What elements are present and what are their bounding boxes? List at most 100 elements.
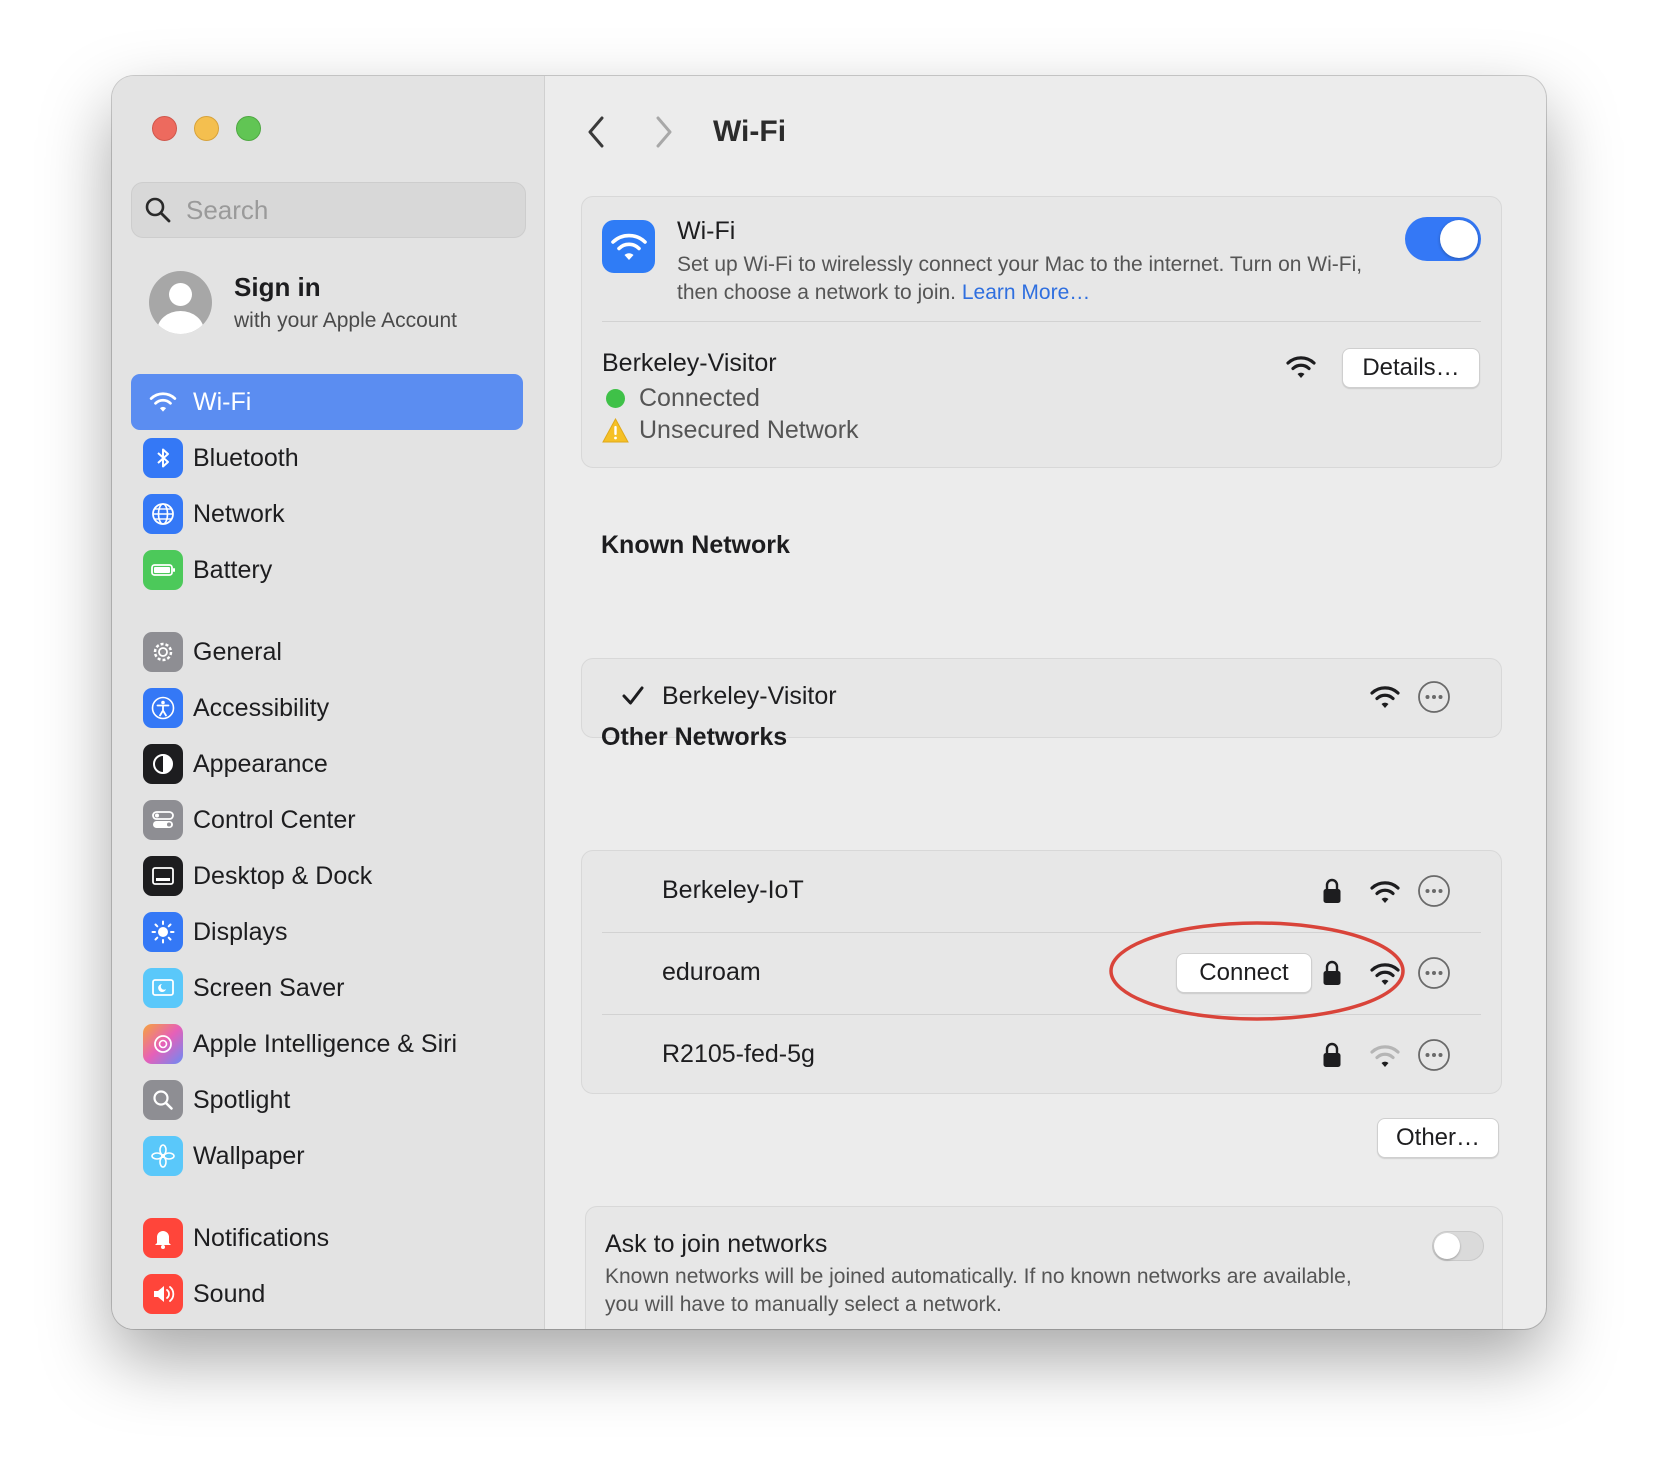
sidebar-item-label: Bluetooth	[193, 443, 299, 472]
ask-to-join-title: Ask to join networks	[605, 1230, 828, 1258]
network-name: R2105-fed-5g	[662, 1040, 815, 1068]
security-warning-text: Unsecured Network	[639, 416, 859, 444]
wifi-icon	[602, 220, 655, 273]
sidebar-item-label: Displays	[193, 917, 288, 946]
sidebar-item-wallpaper[interactable]: Wallpaper	[131, 1128, 523, 1184]
sidebar-item-label: Desktop & Dock	[193, 861, 373, 890]
status-dot	[606, 389, 625, 408]
page-title: Wi-Fi	[713, 115, 787, 148]
account-title: Sign in	[234, 272, 321, 302]
wifi-signal-icon	[1286, 356, 1316, 378]
bluetooth-icon	[143, 438, 183, 478]
dock-icon	[143, 856, 183, 896]
gear-icon	[143, 632, 183, 672]
security-warning: Unsecured Network	[602, 416, 859, 445]
divider	[602, 321, 1481, 322]
sidebar-item-sound[interactable]: Sound	[131, 1266, 523, 1322]
list-item[interactable]: R2105-fed-5g	[582, 1015, 1501, 1097]
wifi-icon	[143, 382, 183, 422]
warning-icon	[602, 418, 629, 443]
close-window-button[interactable]	[152, 116, 177, 141]
wifi-signal-icon	[1370, 686, 1400, 708]
learn-more-link[interactable]: Learn More…	[962, 281, 1090, 304]
wifi-toggle[interactable]	[1405, 217, 1481, 261]
sidebar-item-label: Screen Saver	[193, 973, 345, 1002]
sidebar-item-bluetooth[interactable]: Bluetooth	[131, 430, 523, 486]
details-button[interactable]: Details…	[1342, 348, 1480, 388]
sidebar-item-desktop-dock[interactable]: Desktop & Dock	[131, 848, 523, 904]
network-name: Berkeley-Visitor	[662, 682, 837, 710]
sidebar-item-displays[interactable]: Displays	[131, 904, 523, 960]
sidebar-item-label: Accessibility	[193, 693, 330, 722]
sidebar-item-label: Spotlight	[193, 1085, 291, 1114]
main-content: Wi-Fi Wi-Fi Set up Wi-Fi to wirelessly c…	[545, 76, 1546, 1329]
ask-to-join-description: Known networks will be joined automatica…	[605, 1265, 1352, 1316]
sidebar-item-label: Network	[193, 499, 285, 528]
control-center-icon	[143, 800, 183, 840]
back-button[interactable]	[581, 112, 611, 152]
sidebar-item-accessibility[interactable]: Accessibility	[131, 680, 523, 736]
sidebar-item-wifi[interactable]: Wi-Fi	[131, 374, 523, 430]
sidebar-item-label: Control Center	[193, 805, 356, 834]
sidebar-item-screen-saver[interactable]: Screen Saver	[131, 960, 523, 1016]
screen-saver-icon	[143, 968, 183, 1008]
connection-status: Connected	[602, 384, 760, 413]
other-networks-heading: Other Networks	[601, 723, 788, 751]
bell-icon	[143, 1218, 183, 1258]
sidebar-item-label: Wallpaper	[193, 1141, 305, 1170]
sidebar-item-label: Battery	[193, 555, 273, 584]
lock-icon	[1323, 878, 1341, 903]
accessibility-icon	[143, 688, 183, 728]
sidebar-item-appearance[interactable]: Appearance	[131, 736, 523, 792]
search-input[interactable]	[186, 194, 506, 226]
sidebar-item-apple-intelligence-siri[interactable]: Apple Intelligence & Siri	[131, 1016, 523, 1072]
avatar	[149, 271, 212, 334]
more-options-icon[interactable]	[1417, 874, 1451, 908]
wifi-signal-icon	[1370, 881, 1400, 903]
sidebar-item-network[interactable]: Network	[131, 486, 523, 542]
network-name: Berkeley-IoT	[662, 876, 804, 904]
connection-status-text: Connected	[639, 384, 760, 412]
appearance-icon	[143, 744, 183, 784]
wifi-status-card: Wi-Fi Set up Wi-Fi to wirelessly connect…	[581, 196, 1502, 468]
search-icon	[145, 197, 171, 223]
wifi-weak-signal-icon	[1370, 1045, 1400, 1067]
search-field[interactable]	[131, 182, 526, 238]
checkmark-icon	[622, 686, 644, 705]
minimize-window-button[interactable]	[194, 116, 219, 141]
account-subtitle: with your Apple Account	[234, 309, 457, 332]
ask-to-join-card: Ask to join networks Known networks will…	[585, 1206, 1503, 1329]
more-options-icon[interactable]	[1417, 680, 1451, 714]
more-options-icon[interactable]	[1417, 1038, 1451, 1072]
other-network-button[interactable]: Other…	[1377, 1118, 1499, 1158]
globe-icon	[143, 494, 183, 534]
sidebar-item-label: Appearance	[193, 749, 328, 778]
window-controls	[152, 116, 261, 141]
sidebar-item-label: Notifications	[193, 1223, 330, 1252]
sidebar-item-label: Apple Intelligence & Siri	[193, 1029, 458, 1058]
sidebar-item-battery[interactable]: Battery	[131, 542, 523, 598]
network-name: eduroam	[662, 958, 761, 986]
battery-icon	[143, 550, 183, 590]
other-networks-list: Berkeley-IoT eduroam Connect R2105-fed-5…	[581, 850, 1502, 1094]
sidebar-item-general[interactable]: General	[131, 624, 523, 680]
sidebar-item-label: Wi-Fi	[193, 387, 252, 416]
chevron-left-icon	[588, 116, 604, 148]
wallpaper-icon	[143, 1136, 183, 1176]
forward-button[interactable]	[649, 112, 679, 152]
sidebar-item-spotlight[interactable]: Spotlight	[131, 1072, 523, 1128]
lock-icon	[1323, 1042, 1341, 1067]
wifi-description: Set up Wi-Fi to wirelessly connect your …	[677, 251, 1377, 307]
chevron-right-icon	[656, 116, 672, 148]
zoom-window-button[interactable]	[236, 116, 261, 141]
known-network-heading: Known Network	[601, 531, 790, 559]
sidebar: Sign in with your Apple Account Wi-Fi Bl…	[112, 76, 545, 1329]
sidebar-item-control-center[interactable]: Control Center	[131, 792, 523, 848]
settings-window: Sign in with your Apple Account Wi-Fi Bl…	[112, 76, 1546, 1329]
sidebar-nav: Wi-Fi Bluetooth Network Battery General …	[131, 374, 523, 1322]
sidebar-item-notifications[interactable]: Notifications	[131, 1210, 523, 1266]
spotlight-icon	[143, 1080, 183, 1120]
more-options-icon[interactable]	[1417, 956, 1451, 990]
ask-to-join-toggle[interactable]	[1432, 1231, 1484, 1261]
apple-account-signin[interactable]: Sign in with your Apple Account	[149, 271, 457, 334]
